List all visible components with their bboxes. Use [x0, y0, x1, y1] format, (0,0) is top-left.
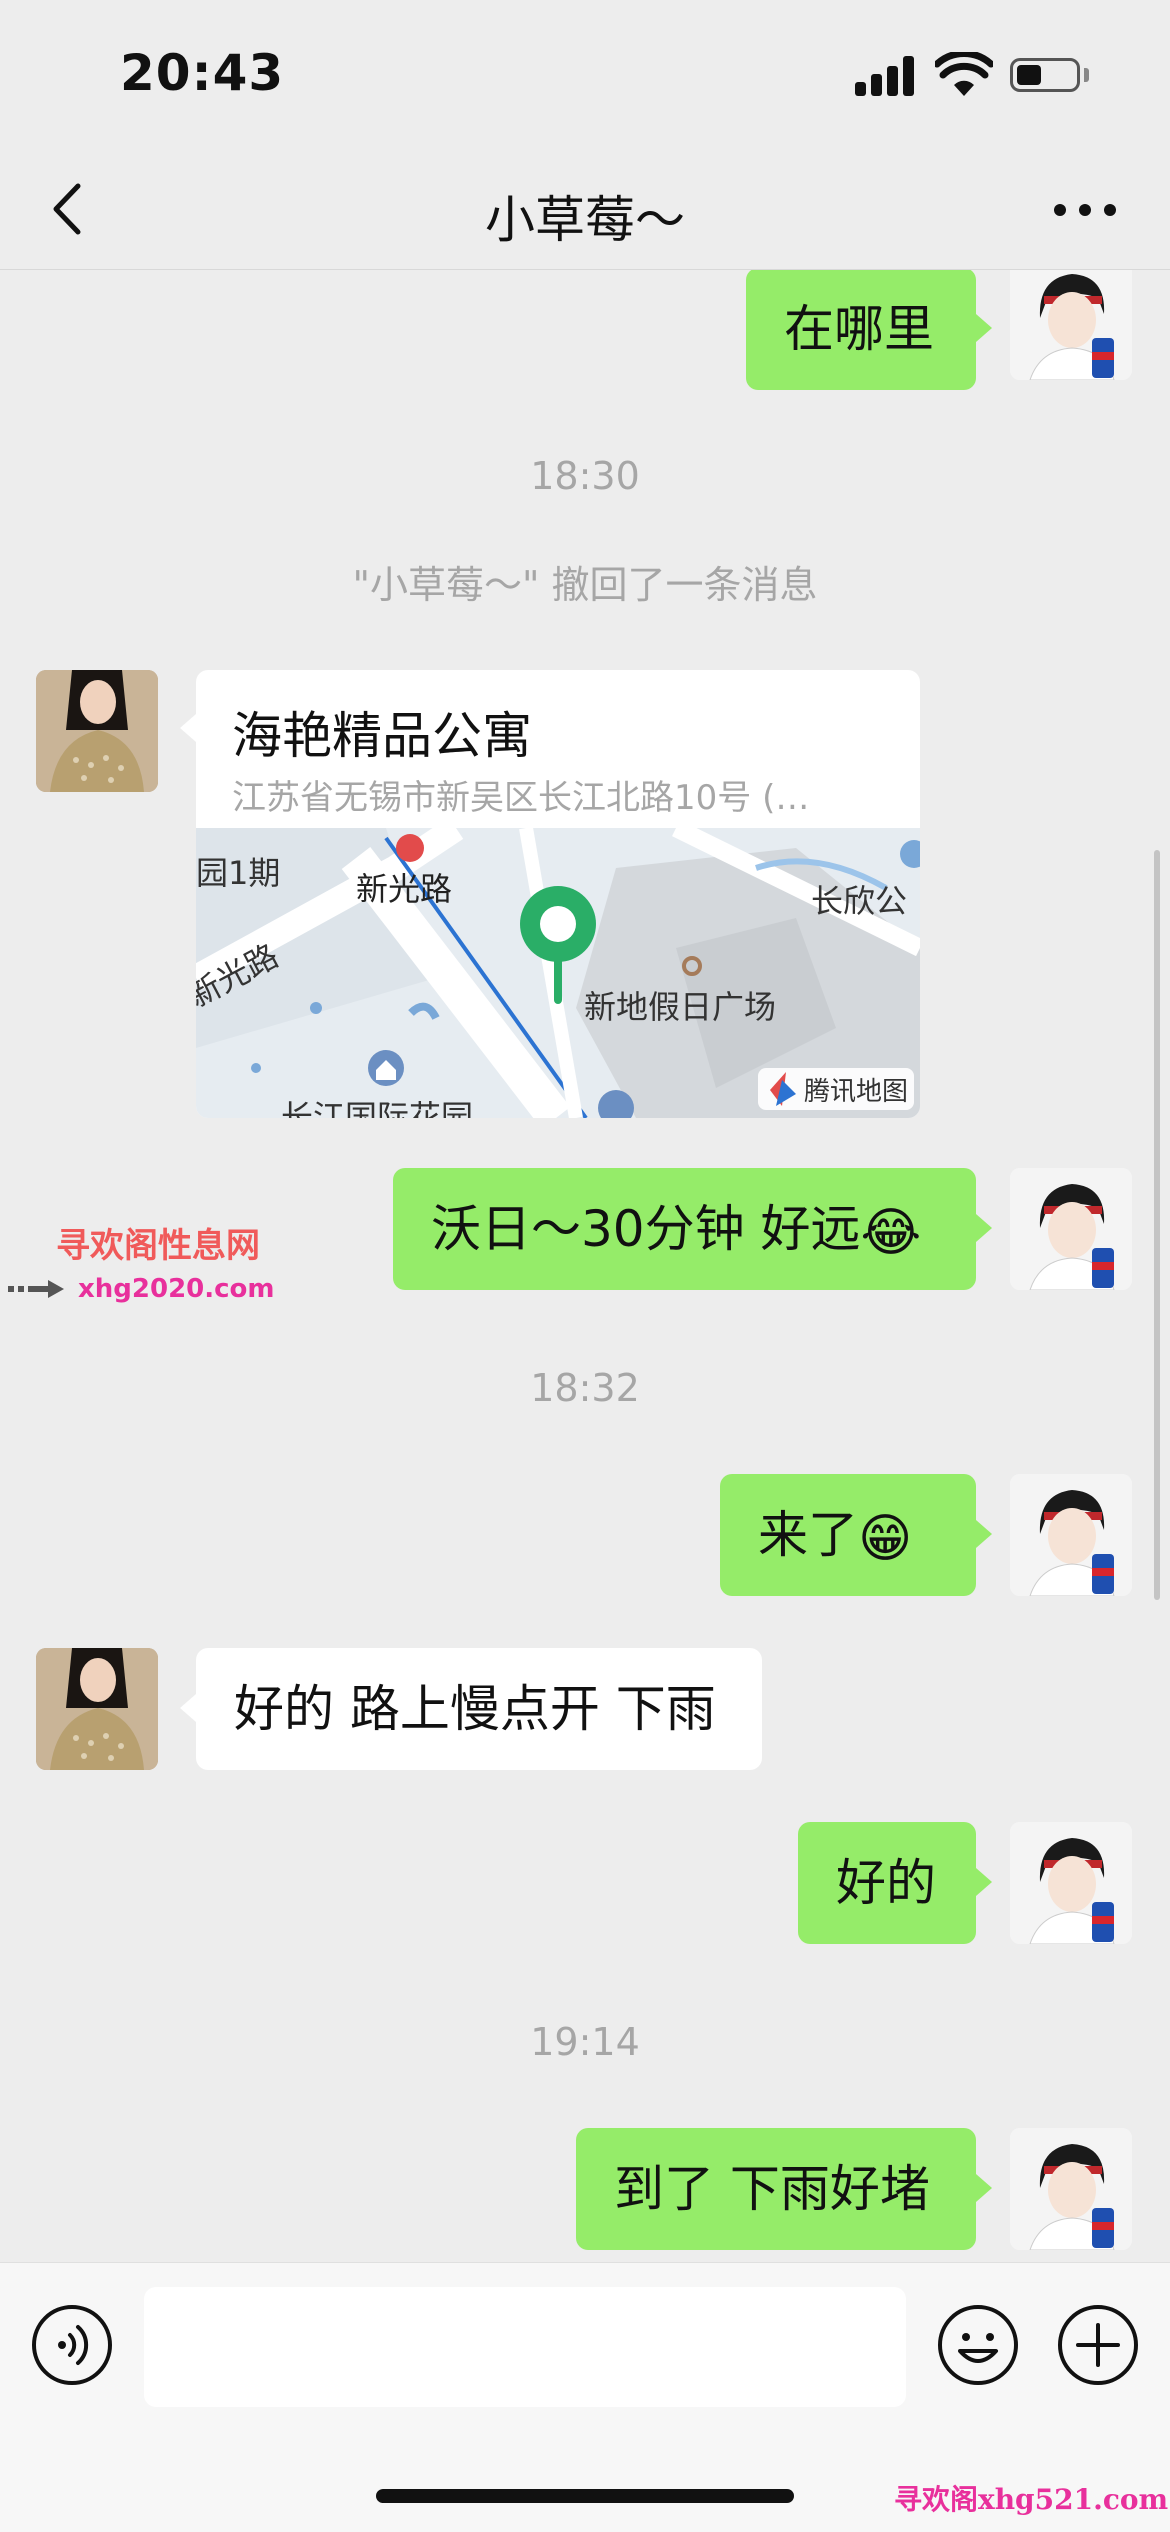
timestamp: 18:32 — [530, 1366, 640, 1410]
watermark: 寻欢阁性息网 xhg2020.com — [8, 1218, 275, 1308]
map-label: 新光路 — [356, 870, 452, 908]
map-label: 长欣公 — [811, 882, 907, 920]
smiley-icon[interactable] — [936, 2303, 1020, 2387]
plus-icon[interactable] — [1056, 2303, 1140, 2387]
more-dots-icon[interactable] — [1050, 190, 1120, 230]
arrow-icon — [8, 1280, 64, 1298]
my-avatar[interactable] — [1010, 2128, 1132, 2250]
message-text: 在哪里 — [784, 300, 934, 358]
message-bubble-received[interactable]: 好的 路上慢点开 下雨 — [196, 1648, 762, 1770]
bubble-tail — [976, 1520, 992, 1548]
message-bubble-sent[interactable]: 好的 — [798, 1822, 976, 1944]
bubble-tail — [976, 1868, 992, 1896]
message-bubble-sent[interactable]: 到了 下雨好堵 — [576, 2128, 976, 2250]
nav-bar: 小草莓～ — [0, 150, 1170, 270]
tears-of-joy-emoji: 😂 — [860, 1202, 922, 1263]
message-bubble-sent[interactable]: 沃日～30分钟 好远😂 — [393, 1168, 976, 1290]
my-avatar[interactable] — [1010, 1822, 1132, 1944]
message-bubble-sent[interactable]: 在哪里 — [746, 270, 976, 390]
map-label: 新地假日广场 — [584, 988, 776, 1026]
bubble-tail — [976, 314, 992, 342]
my-avatar[interactable] — [1010, 1168, 1132, 1290]
location-card[interactable]: 海艳精品公寓 江苏省无锡市新吴区长江北路10号 (… 园1期 新光路 新光路 新… — [196, 670, 920, 1118]
wifi-icon — [935, 52, 993, 96]
chat-title: 小草莓～ — [485, 191, 685, 249]
bubble-tail — [180, 1694, 196, 1722]
bubble-tail — [180, 714, 196, 742]
status-time: 20:43 — [120, 44, 285, 102]
location-title: 海艳精品公寓 — [232, 707, 532, 765]
status-bar: 20:43 — [0, 0, 1170, 150]
watermark-url: xhg2020.com — [78, 1274, 275, 1304]
bottom-watermark: 寻欢阁xhg521.com — [894, 2483, 1169, 2516]
message-bubble-sent[interactable]: 来了😁 — [720, 1474, 976, 1596]
my-avatar[interactable] — [1010, 270, 1132, 380]
message-text: 好的 — [836, 1854, 936, 1912]
map-label: 长江国际花园 — [281, 1098, 473, 1118]
scrollbar[interactable] — [1154, 850, 1160, 1600]
message-input[interactable] — [144, 2287, 906, 2407]
battery-nub — [1084, 68, 1089, 82]
map-label: 园1期 — [196, 854, 280, 892]
home-indicator — [376, 2489, 794, 2503]
my-avatar[interactable] — [1010, 1474, 1132, 1596]
recall-notice: "小草莓～" 撤回了一条消息 — [352, 563, 818, 607]
grin-emoji: 😁 — [858, 1508, 913, 1569]
battery-icon — [1010, 58, 1080, 92]
message-text: 到了 下雨好堵 — [614, 2160, 930, 2218]
bubble-tail — [976, 2174, 992, 2202]
voice-icon[interactable] — [30, 2303, 114, 2387]
map-provider: 腾讯地图 — [804, 1077, 908, 1107]
watermark-title: 寻欢阁性息网 — [56, 1226, 260, 1266]
bubble-tail — [976, 1214, 992, 1242]
location-address: 江苏省无锡市新吴区长江北路10号 (… — [232, 778, 810, 818]
message-text: 好的 路上慢点开 下雨 — [234, 1680, 716, 1738]
location-map[interactable]: 园1期 新光路 新光路 新地假日广场 长欣公 长江国际花园 腾讯地图 — [196, 817, 920, 1118]
contact-avatar[interactable] — [36, 670, 158, 792]
timestamp: 19:14 — [530, 2020, 640, 2064]
contact-avatar[interactable] — [36, 1648, 158, 1770]
message-text: 沃日～30分钟 好远 — [431, 1200, 861, 1258]
timestamp: 18:30 — [530, 454, 640, 498]
signal-icon — [855, 56, 917, 96]
message-text: 来了 — [758, 1506, 858, 1564]
